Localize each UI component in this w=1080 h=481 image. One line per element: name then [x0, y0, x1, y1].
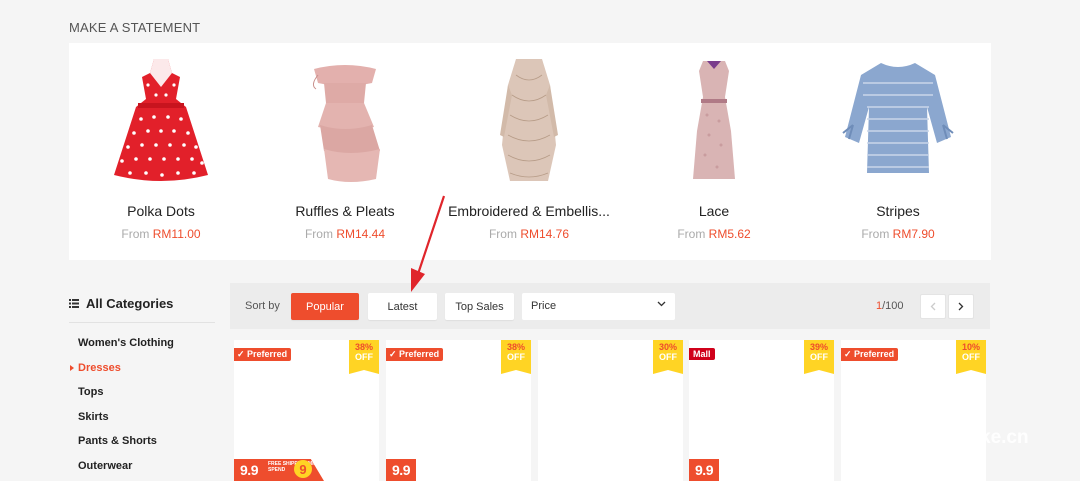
- ruffle-dress-image: [312, 65, 380, 182]
- discount-badge: 38% OFF: [349, 340, 379, 374]
- all-categories-label: All Categories: [86, 296, 174, 311]
- discount-badge: 30% OFF: [653, 340, 683, 374]
- sidebar-divider: [69, 322, 215, 323]
- polka-dot-dress-image: [114, 59, 208, 181]
- category-list: Women's Clothing Dresses Tops Skirts Pan…: [69, 336, 219, 481]
- preferred-tag: ✓ Preferred: [386, 348, 444, 361]
- statement-item-price: From RM11.00: [121, 227, 201, 241]
- category-pants-shorts[interactable]: Pants & Shorts: [69, 434, 219, 459]
- category-tops[interactable]: Tops: [69, 385, 219, 410]
- statement-item-name: Lace: [698, 203, 730, 219]
- product-card[interactable]: ✓ Preferred 10% OFF: [841, 340, 986, 481]
- statement-item-ruffles-pleats[interactable]: Ruffles & Pleats From RM14.44: [253, 43, 437, 260]
- list-icon: [69, 299, 79, 308]
- embroidered-dress-image: [500, 59, 558, 181]
- statement-item-price: From RM5.62: [677, 227, 751, 241]
- next-page-button[interactable]: [948, 294, 974, 319]
- product-card[interactable]: 30% OFF: [538, 340, 683, 481]
- statement-item-name: Ruffles & Pleats: [295, 203, 395, 219]
- discount-badge: 39% OFF: [804, 340, 834, 374]
- statement-item-name: Embroidered & Embellis...: [448, 203, 610, 219]
- sort-bar: Sort by Popular Latest Top Sales Price 1…: [230, 283, 990, 329]
- sort-by-label: Sort by: [245, 300, 280, 312]
- prev-page-button[interactable]: [920, 294, 946, 319]
- statement-item-price: From RM7.90: [861, 227, 935, 241]
- statement-item-embroidered[interactable]: Embroidered & Embellis... From RM14.76: [437, 43, 621, 260]
- free-shipping-badge: FREE SHIPPING MIN. SPEND 9: [264, 459, 324, 481]
- preferred-tag: ✓ Preferred: [234, 348, 292, 361]
- mall-tag: Mall: [689, 348, 715, 360]
- sort-top-sales-button[interactable]: Top Sales: [445, 293, 514, 320]
- section-title: MAKE A STATEMENT: [69, 20, 201, 35]
- category-dresses[interactable]: Dresses: [69, 361, 219, 386]
- statement-item-name: Polka Dots: [127, 203, 195, 219]
- sort-latest-button[interactable]: Latest: [368, 293, 437, 320]
- all-categories-heading[interactable]: All Categories: [69, 296, 173, 311]
- watermark: ke.cn: [980, 427, 1029, 448]
- discount-badge: 10% OFF: [956, 340, 986, 374]
- chevron-down-icon: [657, 301, 666, 307]
- statement-item-name: Stripes: [876, 203, 920, 219]
- statement-item-price: From RM14.76: [488, 227, 570, 241]
- preferred-tag: ✓ Preferred: [841, 348, 899, 361]
- sort-popular-button[interactable]: Popular: [291, 293, 359, 320]
- statement-item-price: From RM14.44: [304, 227, 386, 241]
- chevron-right-icon: [958, 302, 964, 311]
- sale-99-badge: 9.9: [386, 459, 416, 481]
- category-outerwear[interactable]: Outerwear: [69, 459, 219, 481]
- lace-dress-image: [693, 61, 735, 179]
- price-sort-select[interactable]: Price: [522, 293, 675, 320]
- product-card[interactable]: ✓ Preferred 38% OFF 9.9: [386, 340, 531, 481]
- statement-item-stripes[interactable]: Stripes From RM7.90: [806, 43, 990, 260]
- product-card[interactable]: ✓ Preferred 38% OFF 9.9 FREE SHIPPING MIN…: [234, 340, 379, 481]
- make-a-statement-panel: Polka Dots From RM11.00 Ruffles & Pleats…: [69, 43, 991, 260]
- discount-badge: 38% OFF: [501, 340, 531, 374]
- category-womens-clothing[interactable]: Women's Clothing: [69, 336, 219, 361]
- category-skirts[interactable]: Skirts: [69, 410, 219, 435]
- page-indicator: 1/100: [876, 300, 904, 312]
- striped-top-image: [842, 63, 954, 173]
- price-select-label: Price: [531, 300, 557, 312]
- product-card[interactable]: Mall 39% OFF 9.9: [689, 340, 834, 481]
- sale-99-badge: 9.9: [689, 459, 719, 481]
- sale-99-badge: 9.9: [234, 459, 264, 481]
- chevron-left-icon: [930, 302, 936, 311]
- statement-item-lace[interactable]: Lace From RM5.62: [622, 43, 806, 260]
- statement-item-polka-dots[interactable]: Polka Dots From RM11.00: [69, 43, 253, 260]
